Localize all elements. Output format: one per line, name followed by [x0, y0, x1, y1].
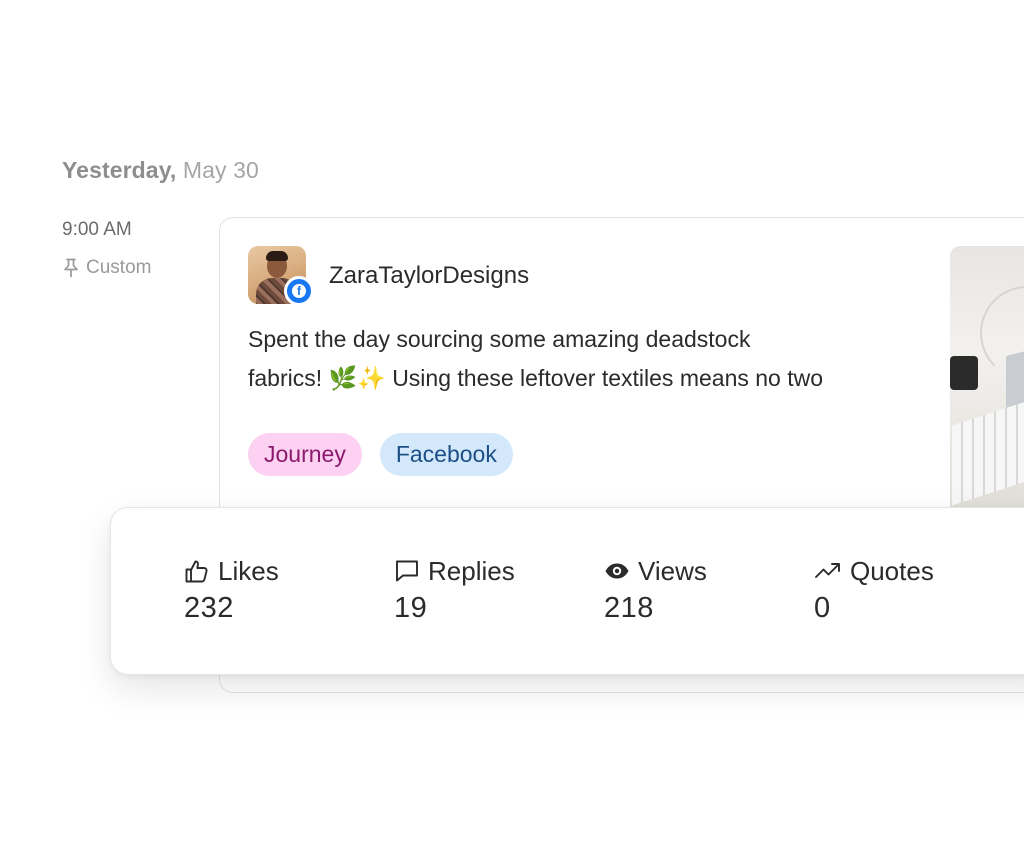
stat-quotes-value: 0 [814, 592, 831, 624]
facebook-icon: f [284, 276, 314, 306]
stat-likes-label: Likes [218, 555, 279, 586]
thumbs-up-icon [184, 558, 210, 584]
date-header: Yesterday, May 30 [62, 157, 259, 184]
pin-icon [62, 258, 80, 278]
tag-list: Journey Facebook [248, 433, 513, 476]
stats-panel: Likes 232 Replies 19 Views 218 Quotes 0 [110, 507, 1024, 675]
tag-facebook[interactable]: Facebook [379, 433, 513, 476]
post-text: Spent the day sourcing some amazing dead… [248, 320, 928, 398]
schedule-mode-label: Custom [86, 257, 152, 278]
stat-replies-label: Replies [428, 555, 515, 586]
stat-views-value: 218 [604, 592, 654, 624]
scheduled-time: 9:00 AM [62, 219, 132, 240]
stat-likes: Likes 232 [184, 554, 279, 625]
stat-likes-value: 232 [184, 592, 234, 624]
trend-arrow-icon [814, 558, 842, 584]
date-day-label: Yesterday, [62, 157, 177, 183]
post-text-line: fabrics! 🌿✨ Using these leftover textile… [248, 365, 824, 391]
speech-bubble-icon [394, 558, 420, 584]
stat-quotes: Quotes 0 [814, 554, 934, 625]
date-label: May 30 [182, 157, 259, 183]
eye-icon [604, 558, 630, 584]
post-text-line: Spent the day sourcing some amazing dead… [248, 326, 751, 352]
post-username[interactable]: ZaraTaylorDesigns [329, 262, 529, 290]
stat-quotes-label: Quotes [850, 555, 934, 586]
stat-views-label: Views [638, 555, 707, 586]
stat-views: Views 218 [604, 554, 707, 625]
stat-replies: Replies 19 [394, 554, 515, 625]
schedule-mode: Custom [62, 257, 151, 279]
post-image-thumbnail[interactable] [950, 246, 1024, 508]
stat-replies-value: 19 [394, 592, 428, 624]
tag-journey[interactable]: Journey [248, 433, 362, 476]
